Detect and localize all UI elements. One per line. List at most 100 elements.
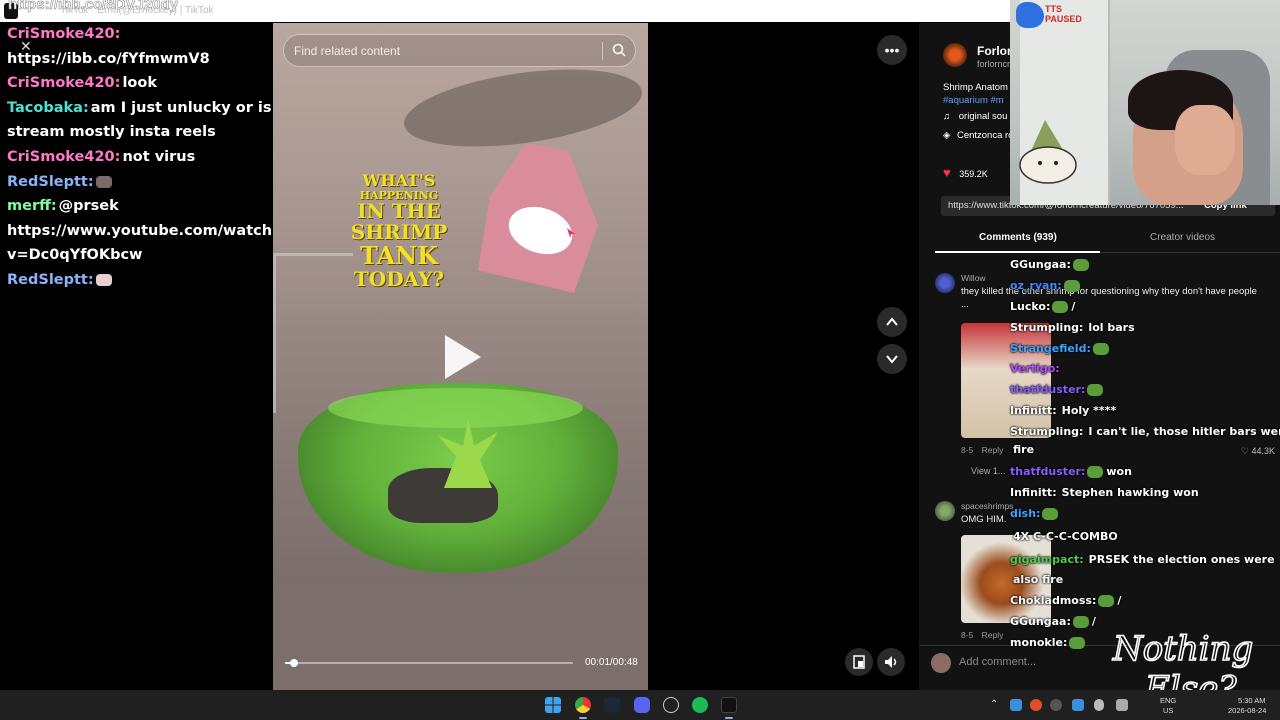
chat-username[interactable]: RedSleptt: xyxy=(7,174,94,190)
chat-username[interactable]: thatfduster: xyxy=(1010,383,1085,396)
tab-comments[interactable]: Comments (939) xyxy=(979,232,1057,243)
clock-date[interactable]: 2026-08-24 xyxy=(1228,706,1266,715)
active-app-indicator xyxy=(725,717,733,719)
pepe-emote-icon xyxy=(1072,259,1089,271)
chat-message: dish: xyxy=(1010,507,1059,520)
comment-user[interactable]: Willow xyxy=(961,273,986,283)
chat-username[interactable]: Infinitt: xyxy=(1010,486,1057,499)
obs-icon[interactable] xyxy=(663,697,679,713)
chat-username[interactable]: Lucko: xyxy=(1010,300,1050,313)
title-line: WHAT'S xyxy=(362,171,436,190)
chat-username[interactable]: Vertigo: xyxy=(1010,362,1060,375)
author-handle[interactable]: forlorncr xyxy=(977,59,1010,69)
chat-message: Strangefield: xyxy=(1010,342,1109,355)
chat-username[interactable]: merff: xyxy=(7,198,57,214)
chat-message: monokle: xyxy=(1010,636,1086,649)
chat-text: Stephen hawking won xyxy=(1061,486,1199,499)
chat-message: thatfduster: won xyxy=(1010,465,1132,478)
tray-app-icon[interactable] xyxy=(1050,699,1062,711)
volume-button[interactable] xyxy=(877,648,905,676)
chat-message: Tacobaka: am I just unlucky or is this xyxy=(0,96,307,121)
chat-username[interactable]: CriSmoke420: xyxy=(7,75,120,91)
play-icon[interactable] xyxy=(445,335,481,379)
chat-username[interactable]: Chokladmoss: xyxy=(1010,594,1096,607)
effect-name: Centzonca ro xyxy=(956,130,1014,141)
music-row[interactable]: ♫ original sou xyxy=(943,111,1007,122)
chat-message: Strumpling: lol bars xyxy=(1010,321,1135,334)
author-avatar[interactable] xyxy=(943,43,967,67)
effect-row[interactable]: ◈ Centzonca ro xyxy=(943,130,1013,141)
close-icon[interactable]: ✕ xyxy=(20,38,32,55)
comment-text: OMG HIM. xyxy=(961,514,1007,525)
logo-line: Nothing xyxy=(1112,629,1253,669)
comment-meta: 8-5 Reply xyxy=(961,445,1003,455)
avatar[interactable] xyxy=(935,273,955,293)
progress-knob[interactable] xyxy=(289,659,298,667)
comment-like-button[interactable]: ♡ 44.3K xyxy=(1241,446,1275,457)
previous-video-button[interactable] xyxy=(877,307,907,337)
chat-message: v=Dc0qYfOKbcw xyxy=(0,243,300,268)
chrome-icon[interactable] xyxy=(575,697,591,713)
tiktok-app-icon[interactable] xyxy=(721,697,737,713)
clock-time[interactable]: 5:30 AM xyxy=(1238,696,1266,705)
chat-username[interactable]: dish: xyxy=(1010,507,1040,520)
video-progress-bar[interactable] xyxy=(285,659,573,667)
miniplayer-button[interactable] xyxy=(845,648,873,676)
chat-username[interactable]: CriSmoke420: xyxy=(7,149,120,165)
chat-username[interactable]: thatfduster: xyxy=(1010,465,1085,478)
microphone-icon[interactable] xyxy=(1094,699,1104,711)
chat-text: not virus xyxy=(122,148,196,165)
chat-message: also fire xyxy=(1010,573,1063,586)
comment-date: 8-5 xyxy=(961,630,974,640)
comment-image[interactable] xyxy=(961,323,1051,438)
chat-username[interactable]: Strumpling: xyxy=(1010,425,1083,438)
chat-username[interactable]: Tacobaka: xyxy=(7,100,89,116)
language-code[interactable]: ENG xyxy=(1160,696,1176,705)
steam-icon[interactable] xyxy=(604,697,620,713)
chat-message: GGungaa: / xyxy=(1010,615,1096,628)
chevron-down-icon xyxy=(886,355,898,364)
tts-line: PAUSED xyxy=(1045,14,1082,24)
chat-username[interactable]: oz_ryan: xyxy=(1010,279,1062,292)
tray-chevron-icon[interactable]: ⌃ xyxy=(990,699,998,710)
like-button[interactable]: ♥ 359.2K xyxy=(943,165,988,180)
tray-app-icon[interactable] xyxy=(1010,699,1022,711)
avatar[interactable] xyxy=(935,501,955,521)
taskbar: ⌃ ENG US 5:30 AM 2026-08-24 xyxy=(0,690,1280,720)
stream-chat-left: CriSmoke420: https://ibb.co/fYfmwmV8 CriSm… xyxy=(0,22,307,293)
search-input[interactable] xyxy=(294,44,594,58)
chat-username[interactable]: gigaimpact: xyxy=(1010,553,1084,566)
view-replies-link[interactable]: View 1... xyxy=(971,466,1005,476)
chat-message: CriSmoke420: not virus xyxy=(0,145,300,170)
search-icon[interactable] xyxy=(612,43,626,57)
windows-start-icon[interactable] xyxy=(545,697,561,713)
discord-icon[interactable] xyxy=(634,697,650,713)
chat-message: https://www.youtube.com/watch? xyxy=(0,219,300,244)
chat-username[interactable]: Strangefield: xyxy=(1010,342,1091,355)
chat-emote-icon xyxy=(95,273,112,286)
pen-icon[interactable] xyxy=(1116,699,1128,711)
chat-username[interactable]: GGungaa: xyxy=(1010,615,1071,628)
pepe-emote-icon xyxy=(1042,508,1059,520)
next-video-button[interactable] xyxy=(877,344,907,374)
more-options-button[interactable]: ••• xyxy=(877,35,907,65)
tab-creator-videos[interactable]: Creator videos xyxy=(1150,232,1215,243)
spotify-icon[interactable] xyxy=(692,697,708,713)
comment-user[interactable]: spaceshrimps xyxy=(961,501,1013,511)
chat-username[interactable]: RedSleptt: xyxy=(7,272,94,288)
floor-shape xyxy=(273,583,648,690)
reply-button[interactable]: Reply xyxy=(982,630,1004,640)
brave-icon[interactable] xyxy=(1030,699,1042,711)
chat-username[interactable]: monokle: xyxy=(1010,636,1067,649)
region-code[interactable]: US xyxy=(1163,706,1173,715)
tray-app-icon[interactable] xyxy=(1072,699,1084,711)
video-player[interactable]: WHAT'S HAPPENING IN THE SHRIMP TANK TODA… xyxy=(273,23,648,690)
chat-username[interactable]: Strumpling: xyxy=(1010,321,1083,334)
hashtags[interactable]: #aquarium #m xyxy=(943,94,1008,107)
video-description: Shrimp Anatom #aquarium #m xyxy=(943,81,1008,107)
reply-button[interactable]: Reply xyxy=(982,445,1004,455)
gnome-sticker-icon xyxy=(1019,120,1077,184)
chat-username[interactable]: Infinitt: xyxy=(1010,404,1057,417)
chat-username[interactable]: GGungaa: xyxy=(1010,258,1071,271)
panel-tabs: Comments (939) Creator videos xyxy=(935,223,1280,253)
